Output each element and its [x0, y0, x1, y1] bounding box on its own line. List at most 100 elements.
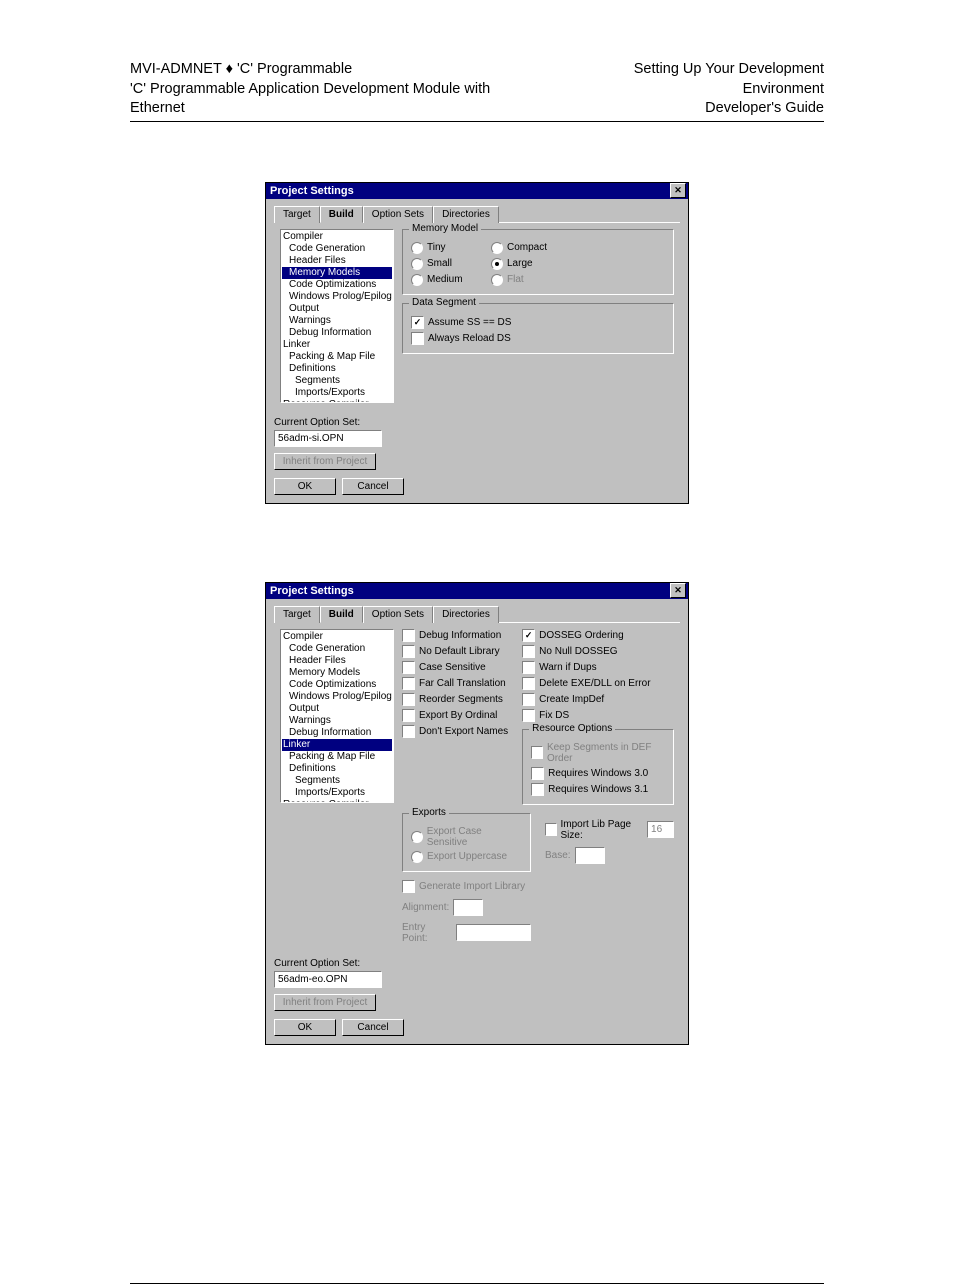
settings-tree[interactable]: CompilerCode GenerationHeader FilesMemor…	[280, 629, 394, 803]
resource-check[interactable]: Requires Windows 3.1	[531, 783, 665, 796]
base-label: Base:	[545, 850, 571, 861]
inherit-button[interactable]: Inherit from Project	[274, 994, 376, 1011]
tab-target[interactable]: Target	[274, 606, 320, 623]
linker-check[interactable]: No Default Library	[402, 645, 508, 658]
linker-check[interactable]: Export By Ordinal	[402, 709, 508, 722]
alignment-field[interactable]	[453, 899, 483, 916]
linker-check[interactable]: Case Sensitive	[402, 661, 508, 674]
tree-item[interactable]: Compiler	[282, 631, 392, 643]
tree-item[interactable]: Code Optimizations	[282, 279, 392, 291]
tree-item[interactable]: Warnings	[282, 715, 392, 727]
dialog-title: Project Settings	[270, 585, 354, 597]
linker-check[interactable]: Warn if Dups	[522, 661, 674, 674]
tab-build[interactable]: Build	[320, 606, 363, 623]
memory-model-radio[interactable]: Flat	[491, 274, 571, 286]
titlebar: Project Settings ✕	[266, 583, 688, 599]
tree-item[interactable]: Header Files	[282, 255, 392, 267]
memory-model-radio[interactable]: Compact	[491, 242, 571, 254]
tab-strip: Target Build Option Sets Directories	[274, 205, 680, 222]
tree-item[interactable]: Debug Information	[282, 727, 392, 739]
header-left-1: MVI-ADMNET ♦ 'C' Programmable	[130, 60, 549, 80]
tree-item[interactable]: Packing & Map File	[282, 351, 392, 363]
tree-item[interactable]: Output	[282, 703, 392, 715]
tab-option-sets[interactable]: Option Sets	[363, 206, 433, 223]
tree-item[interactable]: Code Generation	[282, 243, 392, 255]
ok-button[interactable]: OK	[274, 1019, 336, 1036]
linker-check[interactable]: Reorder Segments	[402, 693, 508, 706]
tree-item[interactable]: Code Optimizations	[282, 679, 392, 691]
tab-option-sets[interactable]: Option Sets	[363, 606, 433, 623]
tab-directories[interactable]: Directories	[433, 606, 499, 623]
entry-point-field[interactable]	[456, 924, 531, 941]
tree-item[interactable]: Packing & Map File	[282, 751, 392, 763]
resource-check[interactable]: Keep Segments in DEF Order	[531, 742, 665, 764]
memory-model-radio[interactable]: Medium	[411, 274, 491, 286]
cancel-button[interactable]: Cancel	[342, 1019, 404, 1036]
close-icon[interactable]: ✕	[670, 583, 686, 598]
tree-item[interactable]: Segments	[282, 775, 392, 787]
data-segment-check[interactable]: Always Reload DS	[411, 332, 665, 345]
tree-item[interactable]: Header Files	[282, 655, 392, 667]
tree-item[interactable]: Memory Models	[282, 667, 392, 679]
tab-build[interactable]: Build	[320, 206, 363, 223]
tree-item[interactable]: Linker	[282, 339, 392, 351]
import-lib-label: Import Lib Page Size:	[561, 819, 644, 841]
linker-check[interactable]: Fix DS	[522, 709, 674, 722]
linker-check[interactable]: DOSSEG Ordering	[522, 629, 674, 642]
close-icon[interactable]: ✕	[670, 183, 686, 198]
page-header: MVI-ADMNET ♦ 'C' Programmable 'C' Progra…	[130, 60, 824, 122]
group-legend: Exports	[409, 807, 449, 818]
tree-item[interactable]: Segments	[282, 375, 392, 387]
group-legend: Data Segment	[409, 297, 479, 308]
cancel-button[interactable]: Cancel	[342, 478, 404, 495]
titlebar: Project Settings ✕	[266, 183, 688, 199]
linker-check[interactable]: No Null DOSSEG	[522, 645, 674, 658]
data-segment-check[interactable]: Assume SS == DS	[411, 316, 665, 329]
header-left-2: 'C' Programmable Application Development…	[130, 80, 549, 119]
tab-strip: Target Build Option Sets Directories	[274, 605, 680, 622]
current-option-label: Current Option Set:	[274, 417, 680, 428]
exports-group: Exports Export Case SensitiveExport Uppe…	[402, 813, 531, 872]
tree-item[interactable]: Resource Compiler	[282, 399, 392, 403]
tab-target[interactable]: Target	[274, 206, 320, 223]
tree-item[interactable]: Definitions	[282, 763, 392, 775]
tree-item[interactable]: Output	[282, 303, 392, 315]
tree-item[interactable]: Imports/Exports	[282, 787, 392, 799]
linker-check[interactable]: Far Call Translation	[402, 677, 508, 690]
current-option-field[interactable]: 56adm-si.OPN	[274, 430, 382, 447]
tree-item[interactable]: Compiler	[282, 231, 392, 243]
tree-item[interactable]: Windows Prolog/Epilog	[282, 691, 392, 703]
settings-tree[interactable]: CompilerCode GenerationHeader FilesMemor…	[280, 229, 394, 403]
tree-item[interactable]: Definitions	[282, 363, 392, 375]
tree-item[interactable]: Debug Information	[282, 327, 392, 339]
tree-item[interactable]: Resource Compiler	[282, 799, 392, 803]
memory-model-radio[interactable]: Small	[411, 258, 491, 270]
current-option-field[interactable]: 56adm-eo.OPN	[274, 971, 382, 988]
linker-check[interactable]: Debug Information	[402, 629, 508, 642]
base-field[interactable]	[575, 847, 605, 864]
generate-import-library-check[interactable]: Generate Import Library	[402, 880, 531, 893]
linker-check[interactable]: Don't Export Names	[402, 725, 508, 738]
current-option-label: Current Option Set:	[274, 958, 680, 969]
linker-check[interactable]: Delete EXE/DLL on Error	[522, 677, 674, 690]
import-lib-page-size-check[interactable]: Import Lib Page Size: 16	[545, 819, 674, 841]
tree-item[interactable]: Imports/Exports	[282, 387, 392, 399]
header-right-2: Developer's Guide	[549, 99, 824, 119]
tree-item[interactable]: Warnings	[282, 315, 392, 327]
exports-radio[interactable]: Export Case Sensitive	[411, 826, 522, 848]
linker-check[interactable]: Create ImpDef	[522, 693, 674, 706]
resource-check[interactable]: Requires Windows 3.0	[531, 767, 665, 780]
memory-model-radio[interactable]: Large	[491, 258, 571, 270]
tree-item[interactable]: Code Generation	[282, 643, 392, 655]
memory-model-radio[interactable]: Tiny	[411, 242, 491, 254]
ok-button[interactable]: OK	[274, 478, 336, 495]
alignment-label: Alignment:	[402, 902, 449, 913]
inherit-button[interactable]: Inherit from Project	[274, 453, 376, 470]
import-lib-field[interactable]: 16	[647, 821, 674, 838]
tree-item[interactable]: Windows Prolog/Epilog	[282, 291, 392, 303]
tree-item[interactable]: Memory Models	[282, 267, 392, 279]
tab-directories[interactable]: Directories	[433, 206, 499, 223]
exports-radio[interactable]: Export Uppercase	[411, 851, 522, 863]
tree-item[interactable]: Linker	[282, 739, 392, 751]
dialog-title: Project Settings	[270, 185, 354, 197]
